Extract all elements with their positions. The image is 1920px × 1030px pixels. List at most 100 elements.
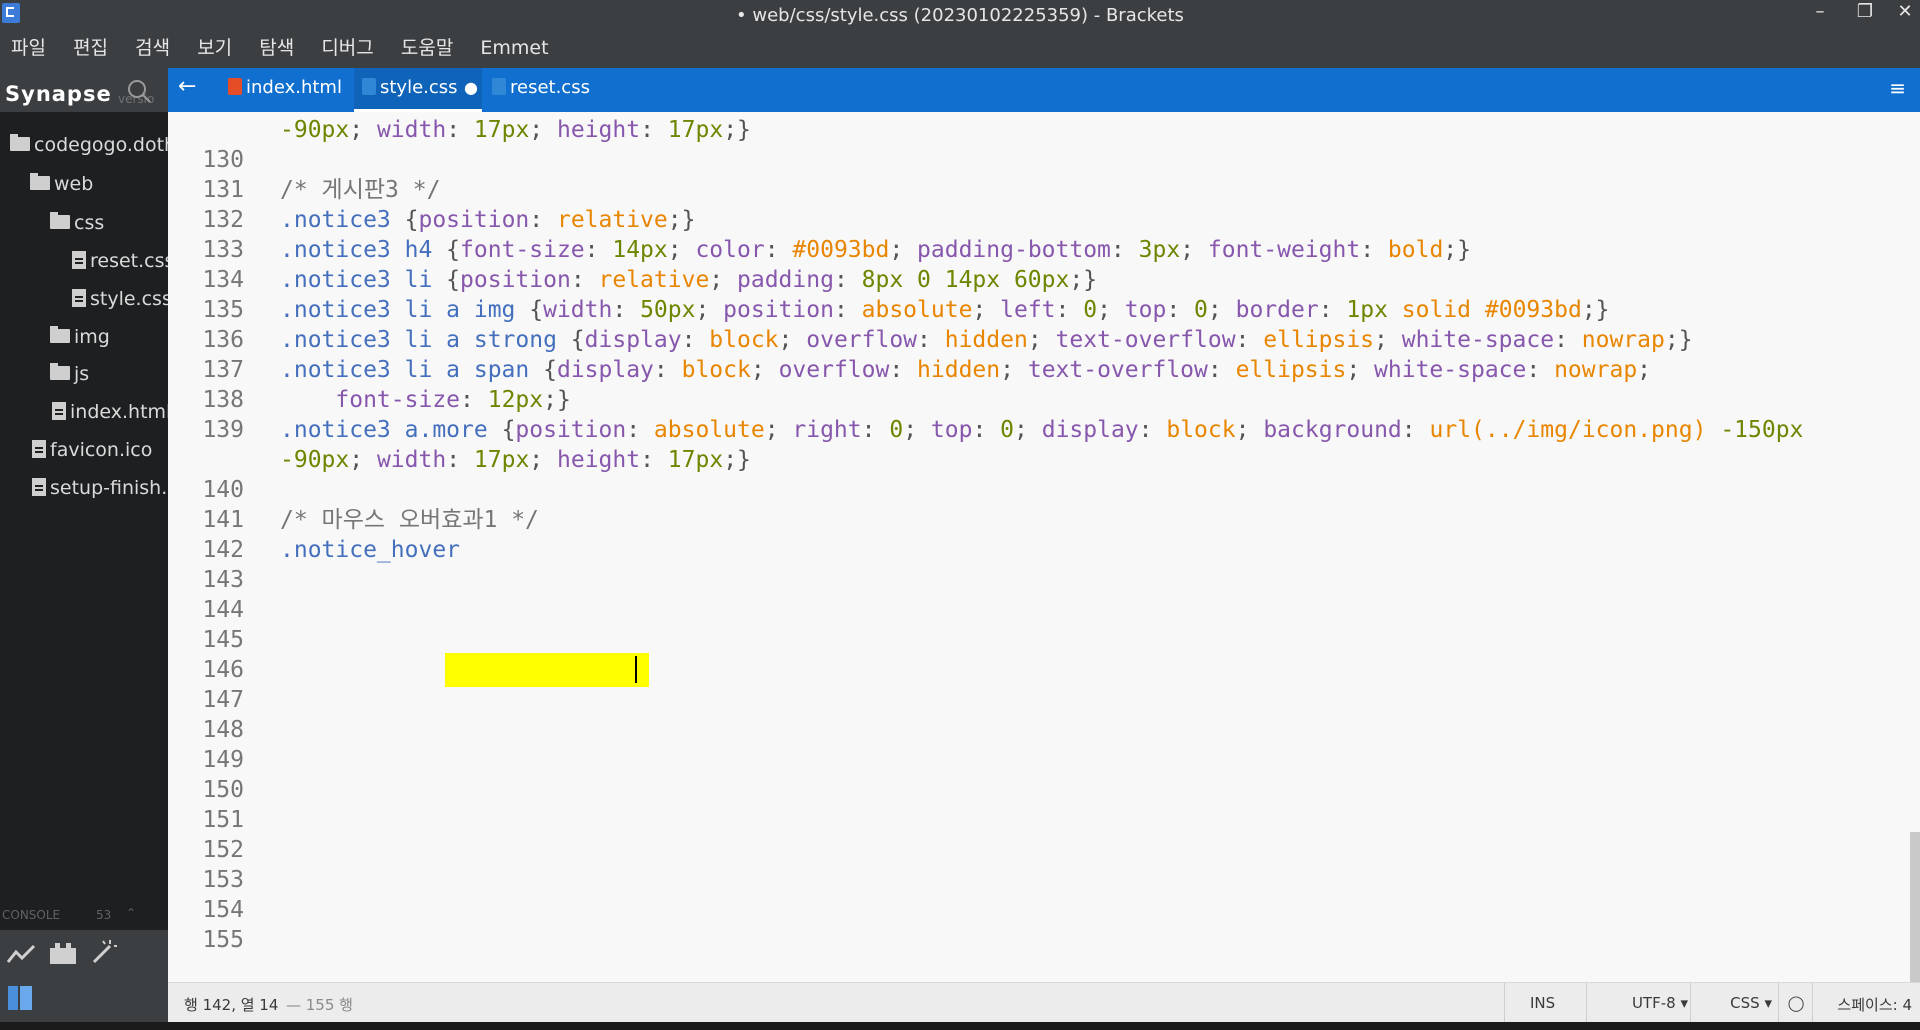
code-line[interactable]: 137 .notice3 li a span {display: block; o…	[168, 355, 1920, 385]
code-line[interactable]: 149	[168, 745, 1920, 775]
line-number: 143	[202, 567, 244, 593]
code-token: :	[917, 327, 945, 353]
code-token: ;	[349, 447, 377, 473]
code-token: ;}	[1581, 297, 1610, 323]
file-icon	[32, 477, 46, 496]
chart-icon[interactable]	[6, 942, 36, 966]
folder-icon	[30, 172, 50, 190]
code-line[interactable]: 132 .notice3 {position: relative;}	[168, 205, 1920, 235]
code-line[interactable]: 143	[168, 565, 1920, 595]
insert-mode[interactable]: INS	[1530, 994, 1555, 1012]
menu-view[interactable]: 보기	[186, 30, 243, 66]
menu-find[interactable]: 검색	[124, 30, 181, 66]
code-token: overflow	[778, 357, 890, 383]
tree-file-style-css[interactable]: style.css	[72, 284, 168, 314]
code-line[interactable]: -90px; width: 17px; height: 17px;}	[168, 445, 1920, 475]
code-token: ;	[1235, 417, 1264, 443]
line-number: 142	[202, 537, 244, 563]
code-token: height	[557, 117, 641, 143]
code-token: hidden	[944, 327, 1028, 353]
extension-manager-icon[interactable]	[6, 984, 34, 1012]
encoding-label: UTF-8	[1631, 994, 1676, 1012]
code-line[interactable]: 130	[168, 145, 1920, 175]
restore-button[interactable]: ❐	[1845, 0, 1885, 28]
synapse-brand[interactable]: Synapse	[5, 82, 112, 106]
code-token: top	[931, 112, 973, 113]
language-select[interactable]: CSS ▾	[1692, 994, 1772, 1012]
code-token: 0	[1000, 417, 1015, 443]
code-line[interactable]: 140	[168, 475, 1920, 505]
code-token: -90px	[280, 117, 350, 143]
menu-icon[interactable]: ≡	[1889, 76, 1906, 100]
code-token: {	[529, 297, 544, 323]
code-line[interactable]: 155	[168, 925, 1920, 955]
code-line[interactable]: 147	[168, 685, 1920, 715]
code-token: :	[1166, 297, 1195, 323]
code-line[interactable]: 145	[168, 625, 1920, 655]
code-token: :	[626, 112, 654, 113]
console-toggle[interactable]: CONSOLE 53 ⌃	[0, 900, 168, 930]
tab-bar: ← index.html style.css ● reset.css ≡	[168, 68, 1920, 112]
code-line[interactable]: 146	[168, 655, 1920, 685]
code-line[interactable]: 148	[168, 715, 1920, 745]
code-line[interactable]: 136 .notice3 li a strong {display: block;…	[168, 325, 1920, 355]
menu-help[interactable]: 도움말	[390, 30, 464, 66]
code-token: :	[764, 237, 793, 263]
tree-file-reset-css[interactable]: reset.css	[72, 246, 168, 276]
search-icon[interactable]	[126, 78, 152, 104]
tree-folder-css[interactable]: css	[50, 208, 104, 238]
code-line[interactable]: 154	[168, 895, 1920, 925]
folder-icon	[10, 133, 30, 151]
code-line[interactable]: 142 .notice_hover	[168, 535, 1920, 565]
code-line[interactable]: 131 /* 게시판3 */	[168, 175, 1920, 205]
code-token: color	[695, 237, 765, 263]
code-token: :	[972, 112, 1000, 113]
tree-folder-root[interactable]: codegogo.dothc	[10, 130, 168, 160]
tab-reset-css[interactable]: reset.css	[484, 68, 612, 112]
line-number: 152	[202, 837, 244, 863]
close-button[interactable]: ✕	[1885, 0, 1920, 28]
tree-folder-js[interactable]: js	[50, 359, 89, 389]
code-line[interactable]: 151	[168, 805, 1920, 835]
encoding-select[interactable]: UTF-8 ▾	[1588, 994, 1688, 1012]
code-editor[interactable]: 129.notice2 a.more {position: absolute; …	[168, 112, 1920, 982]
code-line[interactable]: 152	[168, 835, 1920, 865]
indent-setting[interactable]: 스페이스: 4	[1812, 994, 1912, 1015]
code-line[interactable]: 135 .notice3 li a img {width: 50px; posit…	[168, 295, 1920, 325]
code-token: .notice3 li a span	[280, 357, 544, 383]
tab-style-css[interactable]: style.css ●	[354, 68, 482, 112]
code-token: :	[1235, 327, 1264, 353]
code-line[interactable]: 134 .notice3 li {position: relative; padd…	[168, 265, 1920, 295]
tree-file-favicon[interactable]: favicon.ico	[32, 435, 152, 465]
code-token: :	[1554, 327, 1582, 353]
code-line[interactable]: 133 .notice3 h4 {font-size: 14px; color: …	[168, 235, 1920, 265]
menu-navigate[interactable]: 탐색	[248, 30, 305, 66]
code-line[interactable]: 153	[168, 865, 1920, 895]
tab-index-html[interactable]: index.html	[220, 68, 368, 112]
minimize-button[interactable]: –	[1800, 0, 1840, 28]
code-line[interactable]: 139 .notice3 a.more {position: absolute; …	[168, 415, 1920, 445]
cursor-position: 행 142, 열 14	[184, 996, 279, 1014]
code-token: :	[1526, 357, 1555, 383]
magic-wand-icon[interactable]	[90, 938, 118, 966]
menu-edit[interactable]: 편집	[62, 30, 119, 66]
code-line[interactable]: -90px; width: 17px; height: 17px;}	[168, 115, 1920, 145]
code-token: background	[1263, 417, 1402, 443]
code-line[interactable]: 144	[168, 595, 1920, 625]
line-number: 146	[202, 657, 244, 683]
separator	[1504, 983, 1505, 1023]
menu-file[interactable]: 파일	[0, 30, 57, 66]
tree-file-index-html[interactable]: index.html	[52, 397, 168, 427]
code-token: white-space	[1374, 357, 1527, 383]
scrollbar[interactable]	[1910, 832, 1920, 982]
menu-debug[interactable]: 디버그	[310, 30, 384, 66]
tree-folder-img[interactable]: img	[50, 322, 110, 352]
code-line[interactable]: 138 font-size: 12px;}	[168, 385, 1920, 415]
tree-folder-web[interactable]: web	[30, 169, 93, 199]
tree-file-setup-finish[interactable]: setup-finish.h	[32, 473, 168, 503]
back-arrow-icon[interactable]: ←	[178, 74, 196, 99]
plugin-icon[interactable]	[48, 940, 78, 966]
menu-emmet[interactable]: Emmet	[469, 30, 559, 66]
code-line[interactable]: 141 /* 마우스 오버효과1 */	[168, 505, 1920, 535]
code-line[interactable]: 150	[168, 775, 1920, 805]
